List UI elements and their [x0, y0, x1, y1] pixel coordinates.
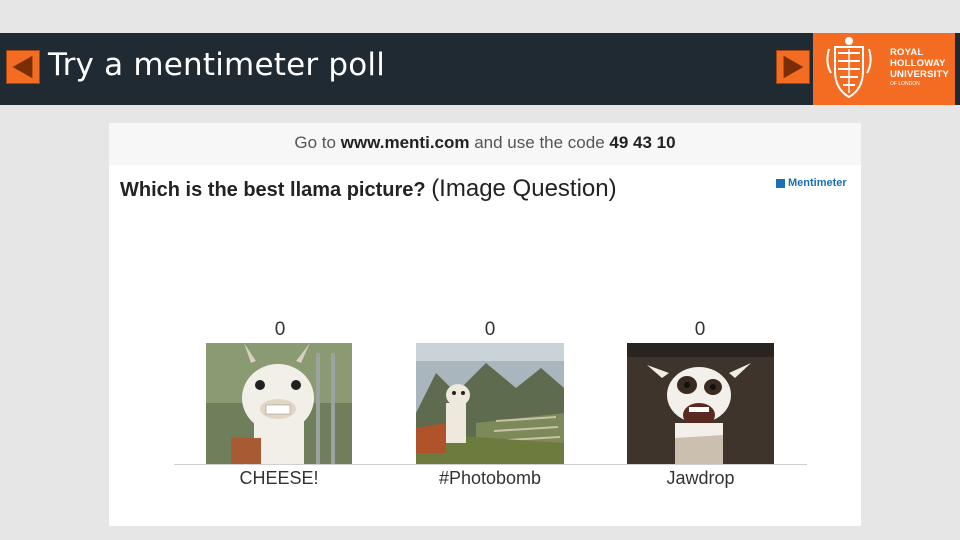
logo-line-royal: ROYAL — [890, 47, 924, 58]
option-count-jawdrop: 0 — [694, 319, 706, 340]
option-label-cheese: CHEESE! — [239, 468, 319, 488]
mentimeter-brand: Mentimeter — [788, 177, 847, 189]
logo-line-london: OF LONDON — [890, 81, 920, 87]
university-logo-text: ROYAL HOLLOWAY UNIVERSITY OF LONDON — [885, 33, 955, 105]
poll-question: Which is the best llama picture? (Image … — [120, 175, 617, 203]
menti-url[interactable]: www.menti.com — [341, 133, 470, 152]
poll-code: 49 43 10 — [609, 133, 676, 152]
next-slide-button[interactable] — [776, 50, 810, 84]
triangle-left-icon — [12, 55, 33, 79]
triangle-right-icon — [783, 55, 804, 79]
results-baseline — [174, 464, 807, 465]
option-count-cheese: 0 — [274, 319, 286, 340]
option-image-cheese[interactable] — [206, 343, 352, 465]
university-crest — [813, 33, 885, 105]
slide-title: Try a mentimeter poll — [48, 47, 386, 83]
option-image-photobomb[interactable] — [416, 343, 564, 465]
logo-line-holloway: HOLLOWAY — [890, 58, 946, 69]
option-image-jawdrop[interactable] — [627, 343, 774, 465]
instruction-prefix: Go to — [294, 133, 341, 152]
instruction-middle: and use the code — [469, 133, 610, 152]
mentimeter-logo: Mentimeter — [776, 177, 847, 189]
crest-icon — [826, 37, 872, 99]
option-label-photobomb: #Photobomb — [438, 468, 542, 488]
logo-line-university: UNIVERSITY — [890, 69, 950, 80]
join-instruction-banner: Go to www.menti.com and use the code 49 … — [109, 123, 861, 165]
llama-cheese-image — [206, 343, 352, 465]
mentimeter-bars-icon — [776, 178, 785, 188]
option-count-photobomb: 0 — [484, 319, 496, 340]
mentimeter-poll-panel: Go to www.menti.com and use the code 49 … — [109, 123, 861, 526]
option-label-jawdrop: Jawdrop — [666, 468, 735, 488]
previous-slide-button[interactable] — [6, 50, 40, 84]
llama-photobomb-image — [416, 343, 564, 465]
question-text: Which is the best llama picture? — [120, 179, 426, 201]
llama-jawdrop-image — [627, 343, 774, 465]
slide-title-bar: Try a mentimeter poll ROYAL HOLLOWAY UNI… — [0, 33, 960, 105]
question-type: (Image Question) — [431, 175, 617, 202]
